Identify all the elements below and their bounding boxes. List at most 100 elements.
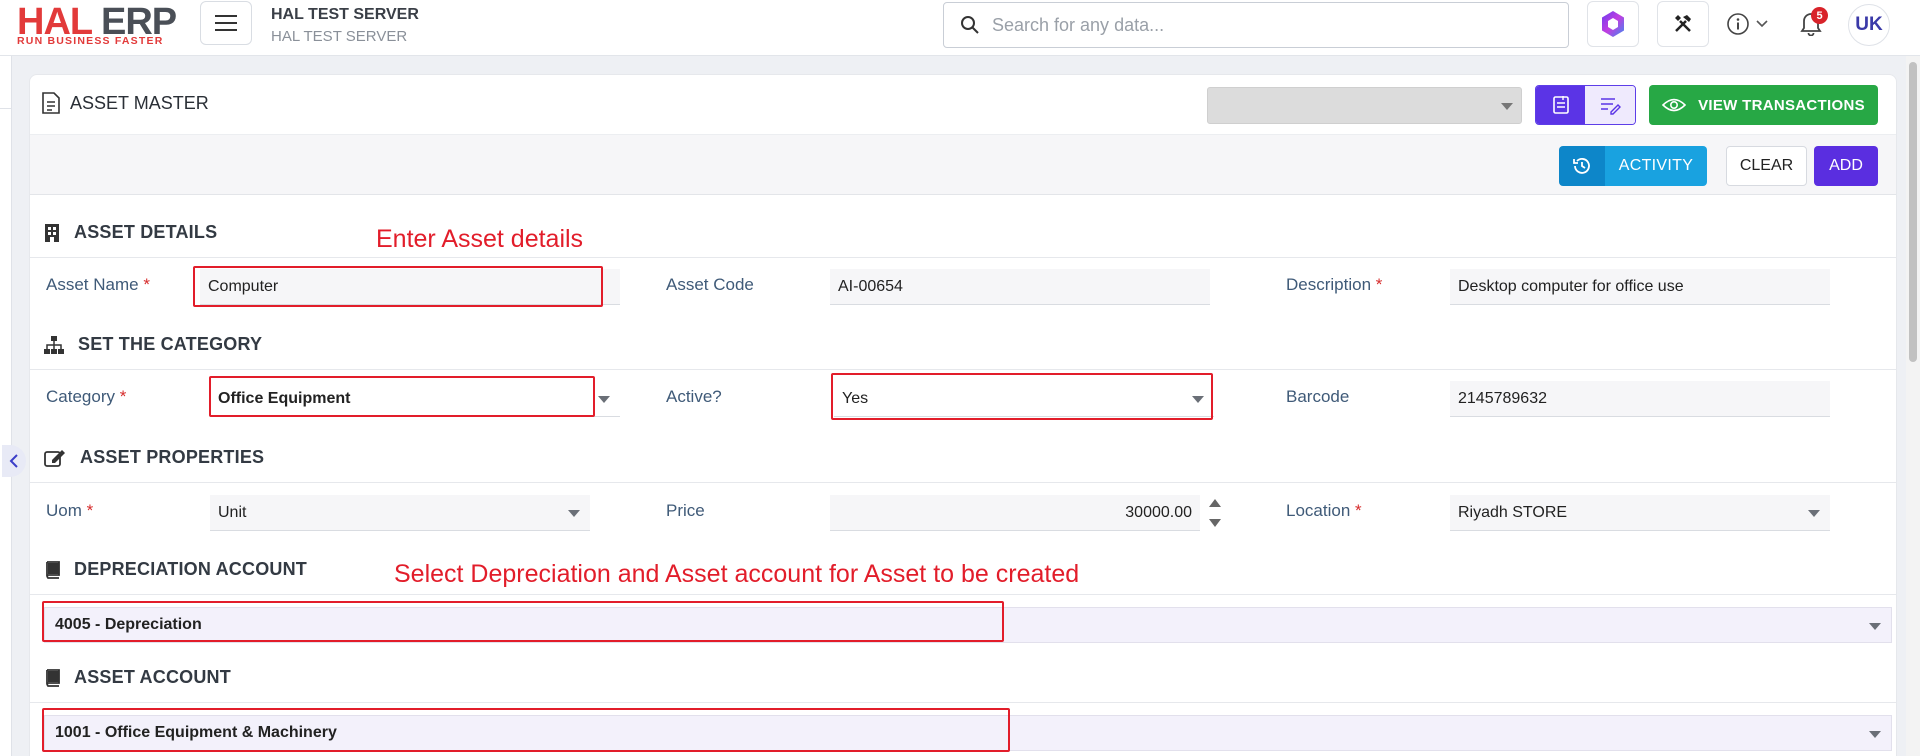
add-button[interactable]: ADD [1814,146,1878,186]
description-field[interactable]: Desktop computer for office use [1450,269,1830,305]
ai-logo-icon [1602,11,1624,37]
asset-name-field[interactable]: Computer [200,269,620,305]
app-logo[interactable]: HAL ERP RUN BUSINESS FASTER [17,2,187,48]
section-divider [30,482,1896,483]
tools-button[interactable] [1657,1,1709,47]
required-mark: * [1375,275,1383,294]
category-select-value: Office Equipment [218,389,351,407]
required-mark: * [143,275,150,294]
section-asset-details: ASSET DETAILS [44,222,217,243]
global-search [943,2,1569,48]
required-mark: * [119,387,127,406]
new-entry-mode-button[interactable] [1536,86,1586,124]
top-bar: HAL ERP RUN BUSINESS FASTER HAL TEST SER… [0,0,1920,56]
search-icon [961,16,979,34]
document-icon [42,92,60,114]
price-field[interactable]: 30000.00 [830,495,1221,531]
barcode-label: Barcode [1286,387,1350,406]
uom-select-value: Unit [218,503,247,521]
depreciation-account-select[interactable]: 4005 - Depreciation [44,607,1892,643]
dropdown-caret-icon [1501,103,1513,110]
chevron-down-icon [1756,20,1768,28]
section-asset-account-title: ASSET ACCOUNT [74,667,231,687]
list-edit-icon [1601,98,1621,115]
required-mark: * [86,501,94,520]
record-select[interactable] [1207,87,1522,124]
section-set-category-title: SET THE CATEGORY [78,334,263,354]
hamburger-icon [215,15,237,31]
chevron-left-icon [9,454,18,468]
ai-assistant-button[interactable] [1587,1,1639,47]
dropdown-caret-icon [568,510,580,517]
active-label: Active? [666,387,722,406]
section-divider [30,702,1896,703]
dropdown-caret-icon [598,396,610,403]
sidebar-rail [0,56,12,756]
clear-button[interactable]: CLEAR [1726,146,1807,186]
section-depreciation-account: DEPRECIATION ACCOUNT [44,559,307,580]
barcode-field[interactable]: 2145789632 [1450,381,1830,417]
section-asset-account: ASSET ACCOUNT [44,667,231,688]
add-document-icon [1552,96,1569,114]
stepper-down-icon[interactable] [1209,519,1221,527]
server-name: HAL TEST SERVER [271,6,419,23]
asset-account-select[interactable]: 1001 - Office Equipment & Machinery [44,715,1892,751]
hamburger-menu-button[interactable] [200,1,252,45]
section-divider [30,594,1896,595]
scrollbar-thumb[interactable] [1909,62,1917,362]
uom-label: Uom * [46,501,93,521]
action-bar: ACTIVITY CLEAR ADD [30,135,1896,195]
search-input[interactable] [992,11,1532,39]
edit-mode-button[interactable] [1585,86,1635,124]
price-label: Price [666,501,705,520]
server-subtitle: HAL TEST SERVER [271,28,408,45]
dropdown-caret-icon [1808,510,1820,517]
history-icon [1573,158,1590,174]
section-depreciation-title: DEPRECIATION ACCOUNT [74,559,307,579]
section-divider [30,369,1896,370]
active-select-value: Yes [842,389,869,407]
location-label-text: Location [1286,501,1351,520]
price-value: 30000.00 [1125,503,1192,521]
activity-icon-wrap [1559,146,1605,186]
section-set-category: SET THE CATEGORY [44,334,262,355]
view-transactions-button[interactable]: VIEW TRANSACTIONS [1649,85,1878,125]
active-select[interactable]: Yes [834,381,1214,417]
uom-label-text: Uom [46,501,82,520]
book-icon [46,668,60,687]
page-title-text: ASSET MASTER [70,92,209,113]
tools-icon [1675,15,1691,32]
category-select[interactable]: Office Equipment [210,381,620,417]
location-select[interactable]: Riyadh STORE [1450,495,1830,531]
asset-name-label: Asset Name * [46,275,150,295]
notification-count-badge: 5 [1811,7,1828,24]
description-label-text: Description [1286,275,1372,294]
info-icon [1727,13,1749,35]
activity-button[interactable]: ACTIVITY [1559,146,1707,186]
annotation-accounts: Select Depreciation and Asset account fo… [394,560,1080,588]
description-label: Description * [1286,275,1382,295]
eye-icon [1662,98,1687,112]
page-scrollbar[interactable] [1906,56,1920,756]
hierarchy-icon [44,335,64,354]
user-avatar[interactable]: UK [1848,4,1890,46]
sidebar-expand-button[interactable] [2,445,26,477]
page-title: ASSET MASTER [40,91,209,115]
asset-code-label: Asset Code [666,275,754,294]
stepper-up-icon[interactable] [1209,499,1221,507]
view-transactions-label: VIEW TRANSACTIONS [1698,96,1865,114]
price-stepper[interactable] [1208,495,1222,531]
uom-select[interactable]: Unit [210,495,590,531]
section-asset-properties: ASSET PROPERTIES [44,447,264,468]
info-menu[interactable] [1726,12,1768,36]
asset-code-field[interactable]: AI-00654 [830,269,1210,305]
building-icon [45,223,59,242]
annotation-asset-details: Enter Asset details [376,225,584,253]
required-mark: * [1355,501,1362,520]
card-header: ASSET MASTER VIEW TRANSACTIONS [30,75,1896,135]
depreciation-account-value: 4005 - Depreciation [55,616,202,633]
activity-label: ACTIVITY [1605,146,1707,186]
location-select-value: Riyadh STORE [1458,503,1568,521]
section-asset-properties-title: ASSET PROPERTIES [80,447,265,467]
asset-account-value: 1001 - Office Equipment & Machinery [55,724,337,741]
